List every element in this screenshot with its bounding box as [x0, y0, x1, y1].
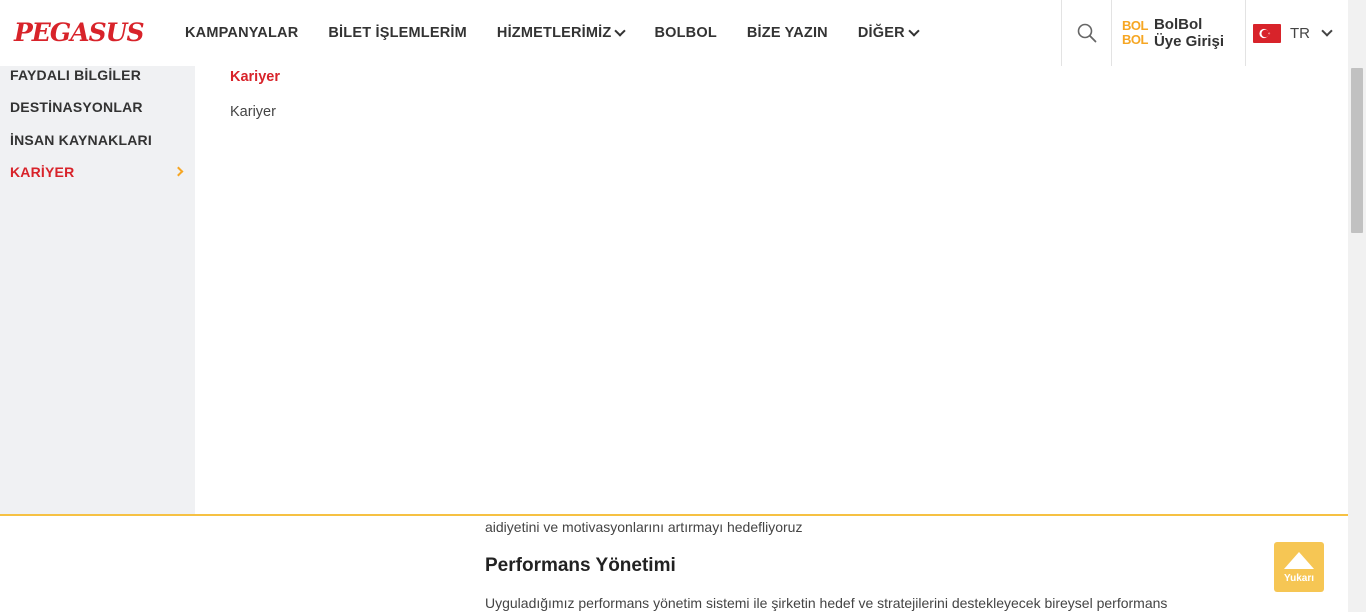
mega-menu-title: Kariyer — [230, 69, 280, 85]
sidebar-item-label: KARİYER — [10, 164, 75, 180]
mega-menu: FAYDALI BİLGİLER DESTİNASYONLAR İNSAN KA… — [0, 54, 1348, 515]
pegasus-logo[interactable]: PEGASUS — [14, 19, 145, 47]
nav-label: DİĞER — [857, 25, 905, 41]
bolbol-login-text: BolBol Üye Girişi — [1154, 16, 1224, 50]
bolbol-logo: BOL BOL — [1122, 19, 1148, 47]
chevron-down-icon — [614, 25, 627, 37]
turkey-flag-icon — [1253, 23, 1281, 43]
mega-menu-sidebar: FAYDALI BİLGİLER DESTİNASYONLAR İNSAN KA… — [0, 54, 195, 515]
bolbol-label-line1: BolBol — [1153, 16, 1203, 33]
header-actions: BOL BOL BolBol Üye Girişi TR — [1061, 0, 1348, 66]
sidebar-item-label: İNSAN KAYNAKLARI — [10, 132, 152, 148]
bolbol-logo-line2: BOL — [1122, 32, 1148, 47]
back-to-top-button[interactable]: Yukarı — [1274, 542, 1324, 592]
sidebar-item-destinasyonlar[interactable]: DESTİNASYONLAR — [10, 99, 190, 115]
language-selector[interactable]: TR — [1245, 0, 1348, 66]
nav-bilet-islemlerim[interactable]: BİLET İŞLEMLERİM — [328, 25, 467, 41]
content-paragraph: Uyguladığımız performans yönetim sistemi… — [485, 595, 1168, 611]
search-button[interactable] — [1061, 0, 1111, 66]
section-heading: Performans Yönetimi — [485, 555, 676, 576]
chevron-right-icon — [173, 166, 184, 177]
nav-kampanyalar[interactable]: KAMPANYALAR — [185, 25, 298, 41]
sidebar-item-insan-kaynaklari[interactable]: İNSAN KAYNAKLARI — [10, 132, 190, 148]
nav-diger[interactable]: DİĞER — [857, 25, 920, 41]
nav-label: BİZE YAZIN — [746, 25, 828, 41]
nav-bolbol[interactable]: BOLBOL — [654, 25, 716, 41]
mega-menu-link-kariyer[interactable]: Kariyer — [230, 104, 276, 120]
nav-bize-yazin[interactable]: BİZE YAZIN — [747, 25, 828, 41]
arrow-up-icon — [1284, 552, 1314, 569]
scrollbar-thumb[interactable] — [1351, 68, 1363, 233]
nav-label: BİLET İŞLEMLERİM — [328, 25, 467, 41]
chevron-down-icon — [1321, 25, 1333, 37]
mega-menu-divider — [0, 514, 1348, 516]
nav-label: KAMPANYALAR — [185, 25, 299, 41]
content-text: aidiyetini ve motivasyonlarını artırmayı… — [485, 519, 803, 535]
bolbol-login-button[interactable]: BOL BOL BolBol Üye Girişi — [1111, 0, 1245, 66]
chevron-down-icon — [908, 25, 920, 37]
nav-hizmetlerimiz[interactable]: HİZMETLERİMİZ — [496, 25, 627, 41]
sidebar-item-label: DESTİNASYONLAR — [10, 99, 143, 115]
bolbol-label-line2: Üye Girişi — [1153, 33, 1224, 50]
sidebar-item-label: FAYDALI BİLGİLER — [10, 67, 142, 83]
nav-label: BOLBOL — [654, 25, 717, 41]
search-icon — [1077, 23, 1096, 43]
back-to-top-label: Yukarı — [1283, 573, 1315, 584]
nav-label: HİZMETLERİMİZ — [496, 25, 612, 41]
page-scrollbar[interactable] — [1348, 0, 1366, 612]
main-nav: KAMPANYALAR BİLET İŞLEMLERİM HİZMETLERİM… — [185, 0, 948, 66]
sidebar-item-kariyer[interactable]: KARİYER — [10, 164, 190, 180]
sidebar-item-faydali-bilgiler[interactable]: FAYDALI BİLGİLER — [10, 67, 190, 83]
bolbol-logo-line1: BOL — [1122, 18, 1148, 33]
language-code: TR — [1290, 24, 1310, 42]
site-header: PEGASUS KAMPANYALAR BİLET İŞLEMLERİM HİZ… — [0, 0, 1348, 66]
